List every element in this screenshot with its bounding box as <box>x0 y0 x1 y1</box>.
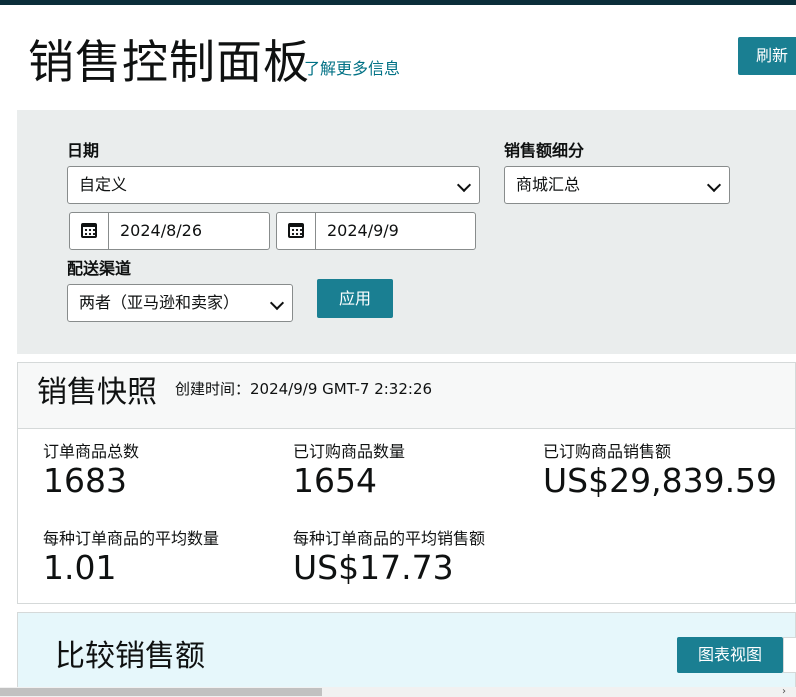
metric-value: US$29,839.59 <box>543 461 778 500</box>
chevron-right-icon[interactable]: › <box>782 686 786 697</box>
metric-value: 1654 <box>293 461 377 500</box>
calendar-icon <box>288 223 304 238</box>
compare-sales-panel: 比较销售额 图表视图 <box>17 612 796 697</box>
filter-panel: 日期 自定义 销售额细分 商城汇总 2024/8/26 2024/9/9 配送渠… <box>17 110 796 354</box>
metric-value: 1.01 <box>43 548 117 587</box>
apply-button[interactable]: 应用 <box>317 279 393 318</box>
start-date-picker[interactable] <box>70 213 109 249</box>
date-range-value: 自定义 <box>79 175 128 194</box>
date-range-select[interactable]: 自定义 <box>67 166 480 204</box>
chevron-down-icon <box>269 295 285 311</box>
channel-value: 两者（亚马逊和卖家） <box>79 293 240 312</box>
metric-label: 已订购商品数量 <box>293 442 406 461</box>
end-date-picker[interactable] <box>277 213 316 249</box>
sales-snapshot-card: 销售快照 创建时间：2024/9/9 GMT-7 2:32:26 订单商品总数 … <box>17 362 796 604</box>
chevron-down-icon <box>456 177 472 193</box>
metric-label: 已订购商品销售额 <box>543 442 672 461</box>
scrollbar-thumb[interactable] <box>0 688 322 696</box>
breakdown-label: 销售额细分 <box>504 141 585 160</box>
metric-label: 订单商品总数 <box>43 442 140 461</box>
date-label: 日期 <box>67 141 100 160</box>
page-title: 销售控制面板 <box>28 35 310 89</box>
breakdown-select[interactable]: 商城汇总 <box>504 166 730 204</box>
breakdown-value: 商城汇总 <box>516 175 581 194</box>
refresh-button[interactable]: 刷新 <box>738 37 796 75</box>
metric-label: 每种订单商品的平均销售额 <box>293 529 486 548</box>
end-date-field[interactable]: 2024/9/9 <box>276 212 476 250</box>
horizontal-scrollbar[interactable]: › <box>0 686 796 697</box>
metric-value: US$17.73 <box>293 548 454 587</box>
end-date-value: 2024/9/9 <box>327 221 399 240</box>
chevron-down-icon <box>706 177 722 193</box>
top-bar <box>0 0 796 5</box>
channel-label: 配送渠道 <box>67 259 132 278</box>
compare-title: 比较销售额 <box>55 639 205 674</box>
metric-label: 每种订单商品的平均数量 <box>43 529 220 548</box>
learn-more-link[interactable]: 了解更多信息 <box>304 55 400 79</box>
snapshot-created-time: 创建时间：2024/9/9 GMT-7 2:32:26 <box>175 380 433 398</box>
start-date-value: 2024/8/26 <box>120 221 203 240</box>
snapshot-header: 销售快照 创建时间：2024/9/9 GMT-7 2:32:26 <box>18 363 795 429</box>
chart-view-button[interactable]: 图表视图 <box>677 637 783 673</box>
metric-value: 1683 <box>43 461 127 500</box>
channel-select[interactable]: 两者（亚马逊和卖家） <box>67 284 293 322</box>
snapshot-title: 销售快照 <box>37 375 157 410</box>
table-view-button[interactable] <box>783 637 796 673</box>
calendar-icon <box>81 223 97 238</box>
start-date-field[interactable]: 2024/8/26 <box>69 212 270 250</box>
